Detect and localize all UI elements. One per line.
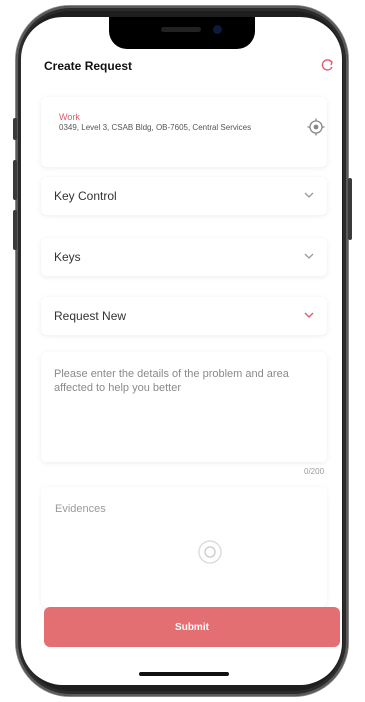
home-indicator	[139, 672, 229, 676]
refresh-icon[interactable]	[319, 57, 335, 73]
chevron-down-icon	[304, 253, 314, 259]
dropdown-label: Request New	[54, 309, 127, 323]
details-placeholder: Please enter the details of the problem …	[54, 368, 289, 394]
dropdown-key-control[interactable]: Key Control	[41, 177, 327, 215]
front-camera	[213, 25, 222, 34]
power-button	[348, 178, 352, 240]
chevron-down-icon	[304, 192, 314, 198]
dropdown-label: Key Control	[54, 189, 117, 203]
location-address: 0349, Level 3, CSAB Bldg, OB-7605, Centr…	[59, 123, 252, 132]
volume-down-button	[13, 210, 17, 250]
dropdown-keys[interactable]: Keys	[41, 238, 327, 276]
page-title: Create Request	[44, 59, 133, 73]
silent-switch	[13, 118, 17, 140]
evidences-section: Evidences	[41, 487, 327, 607]
evidences-label: Evidences	[55, 503, 106, 515]
speaker	[161, 27, 201, 32]
app-screen: Create Request Work 0349, Level 3, CSAB …	[21, 17, 342, 685]
location-card[interactable]: Work 0349, Level 3, CSAB Bldg, OB-7605, …	[41, 97, 327, 167]
location-type: Work	[59, 112, 80, 122]
locate-target-icon[interactable]	[307, 118, 325, 136]
dropdown-request-new[interactable]: Request New	[41, 297, 327, 335]
details-textarea[interactable]: Please enter the details of the problem …	[41, 352, 327, 462]
dropdown-label: Keys	[54, 250, 81, 264]
notch	[109, 17, 255, 49]
volume-up-button	[13, 160, 17, 200]
chevron-down-icon	[304, 312, 314, 318]
submit-button[interactable]: Submit	[44, 607, 340, 647]
camera-icon[interactable]	[197, 539, 223, 565]
character-counter: 0/200	[304, 467, 325, 476]
